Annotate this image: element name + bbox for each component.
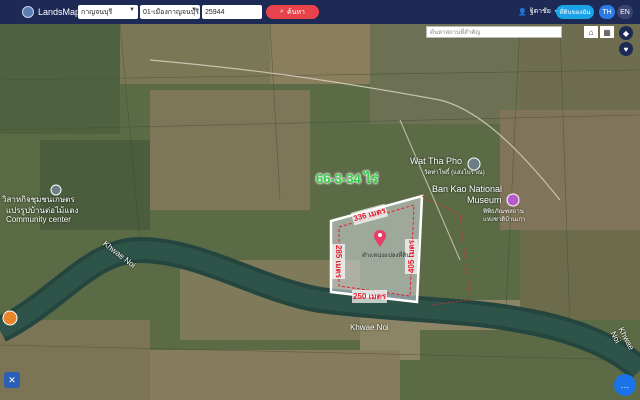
museum-marker-icon [506,193,520,207]
heart-icon[interactable]: ♥ [619,42,633,56]
chevron-down-icon: ▼ [129,7,135,13]
search-button[interactable]: ⌕ ค้นหา [266,5,319,19]
community-label-3: Community center [6,215,71,224]
user-icon: 👤 [518,8,527,16]
layers-icon[interactable]: ◆ [619,26,633,40]
province-select[interactable]: กาญจนบุรี ▼ [78,5,138,19]
satellite-map[interactable] [0,24,640,400]
museum-th-label-2: แห่งชาติบ้านเก่า [483,217,526,223]
parcel-area-label: 66-3-34 ไร่ [316,171,378,186]
province-value: กาญจนบุรี [81,8,113,16]
chevron-down-icon: ▼ [191,7,197,13]
user-name: ฐิตาชัย [529,8,551,15]
deed-number-value: 25944 [205,8,225,16]
logo-icon [22,6,34,18]
museum-label-1[interactable]: Ban Kao National [432,184,502,194]
parcel-side-left: 285 เมตร [332,243,346,280]
measure-tool-icon[interactable]: ✕ [4,372,20,388]
chat-icon[interactable]: … [614,374,636,396]
home-icon[interactable]: ⌂ [584,26,598,38]
search-icon: ⌕ [280,8,284,15]
wat-sub-label: วัดท่าโพธิ์ (แสงโบราณ) [424,170,485,176]
lang-en-button[interactable]: EN [617,5,633,19]
district-select[interactable]: 01-เมืองกาญจนบุรี ▼ [140,5,200,19]
parcel-side-bottom: 250 เมตร [352,290,388,303]
poi-marker-icon [2,310,18,326]
grid-icon[interactable]: ▦ [600,26,614,38]
user-menu[interactable]: 👤 ฐิตาชัย ▼ [518,6,559,17]
museum-label-2: Museum [467,195,502,205]
parcel-pin-label: ตำแหน่งแปลงที่ดิน [362,253,411,259]
deed-number-input[interactable]: 25944 [202,5,262,19]
wat-label[interactable]: Wat Tha Pho [410,156,462,166]
top-bar: LandsMaps กาญจนบุรี ▼ 01-เมืองกาญจนบุรี ▼ … [0,0,640,24]
my-land-button[interactable]: ที่ดินของฉัน [556,5,594,19]
place-search-input[interactable]: ค้นหาสถานที่สำคัญ [426,26,562,38]
search-button-label: ค้นหา [286,8,305,16]
river-label-mid: Khwae Noi [350,323,389,332]
lang-th-button[interactable]: TH [599,5,615,19]
app-logo[interactable]: LandsMaps [22,6,85,18]
